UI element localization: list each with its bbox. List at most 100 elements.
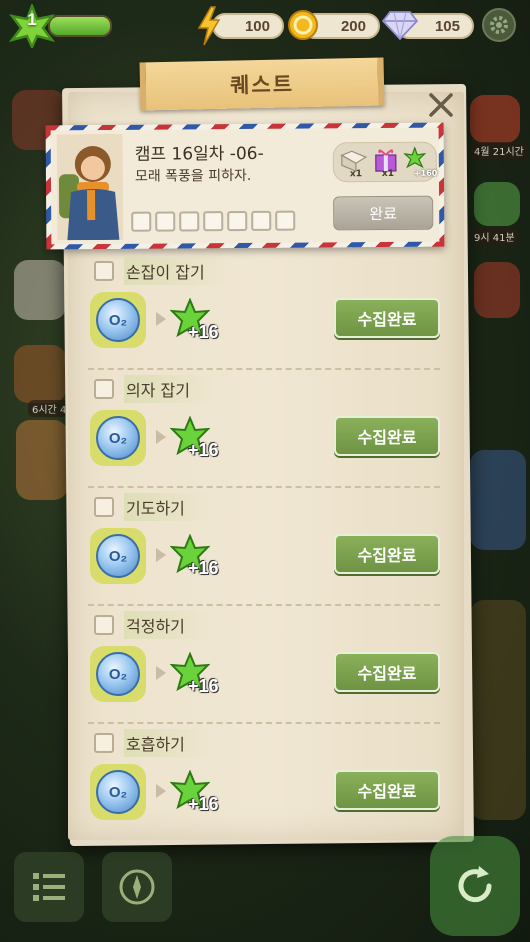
gem-value: 105 [434, 18, 460, 35]
task-row: 의자 잡기 O₂ +16 수집완료 [88, 375, 442, 488]
progress-box [131, 211, 152, 232]
arrow-right-icon [156, 312, 166, 326]
task-input-slot: O₂ [90, 646, 146, 702]
close-button[interactable] [424, 88, 458, 122]
character-portrait [56, 133, 124, 241]
task-checkbox[interactable] [94, 497, 114, 517]
bg-house-right [470, 450, 526, 550]
oxygen-icon: O₂ [96, 534, 140, 578]
task-reward-amount: +16 [188, 322, 219, 342]
task-input-slot: O₂ [90, 292, 146, 348]
quest-description: 모래 폭풍을 피하자. [134, 167, 252, 185]
task-reward-amount: +16 [188, 440, 219, 460]
collect-complete-button[interactable]: 수집완료 [334, 298, 440, 338]
coin-icon [288, 10, 318, 40]
refresh-icon [458, 866, 492, 903]
quest-card-inner: 캠프 16일차 -06- 모래 폭풍을 피하자. x1 x1 +160 완료 [50, 127, 440, 245]
energy-counter[interactable]: 100 [212, 13, 284, 39]
task-divider [88, 368, 440, 370]
task-row: 손잡이 잡기 O₂ +16 수집완료 [88, 257, 442, 370]
reward-star-count: +160 [413, 168, 438, 178]
close-icon [429, 93, 453, 117]
quest-rewards: x1 x1 +160 [332, 141, 438, 183]
compass-icon [119, 869, 155, 905]
task-divider [88, 604, 440, 606]
bg-field-right [470, 600, 526, 820]
quest-progress [131, 210, 296, 232]
task-input-slot: O₂ [90, 764, 146, 820]
task-reward-amount: +16 [188, 676, 219, 696]
xp-bar-fill [50, 17, 110, 35]
task-reward-amount: +16 [188, 794, 219, 814]
settings-button[interactable] [482, 8, 516, 42]
energy-value: 100 [244, 18, 270, 35]
task-header: 걱정하기 [94, 611, 213, 639]
reward-scroll-count: x1 [349, 169, 363, 180]
diamond-icon [382, 11, 418, 41]
lightning-icon [197, 6, 221, 46]
dialog-title: 퀘스트 [229, 72, 295, 98]
star-icon [403, 146, 426, 169]
task-label: 의자 잡기 [124, 375, 218, 403]
top-hud: 1 100 200 105 [0, 0, 530, 52]
arrow-right-icon [156, 784, 166, 798]
quest-card: 캠프 16일차 -06- 모래 폭풍을 피하자. x1 x1 +160 완료 [45, 122, 445, 250]
task-input-slot: O₂ [90, 528, 146, 584]
coin-value: 200 [340, 18, 366, 35]
task-divider [88, 722, 440, 724]
arrow-right-icon [156, 548, 166, 562]
bg-building-left-2 [14, 260, 66, 320]
level-number: 1 [27, 10, 37, 29]
task-header: 호흡하기 [94, 729, 213, 757]
task-label: 호흡하기 [124, 729, 213, 757]
gear-icon [490, 16, 508, 34]
task-checkbox[interactable] [94, 615, 114, 635]
task-header: 기도하기 [94, 493, 213, 521]
dialog-title-banner: 퀘스트 [139, 57, 385, 111]
compass-button[interactable] [102, 852, 172, 922]
quest-complete-button[interactable]: 완료 [333, 195, 434, 231]
collect-complete-button[interactable]: 수집완료 [334, 770, 440, 810]
quest-list-icon [33, 873, 65, 901]
arrow-right-icon [156, 430, 166, 444]
progress-box [203, 211, 224, 232]
task-header: 손잡이 잡기 [94, 257, 233, 285]
oxygen-icon: O₂ [96, 652, 140, 696]
bg-building-right-1 [470, 95, 520, 143]
refresh-button[interactable] [430, 836, 520, 936]
progress-box [155, 211, 176, 232]
task-checkbox[interactable] [94, 379, 114, 399]
oxygen-icon: O₂ [96, 770, 140, 814]
bg-dog [16, 420, 68, 500]
task-row: 걱정하기 O₂ +16 수집완료 [88, 611, 442, 724]
oxygen-icon: O₂ [96, 298, 140, 342]
bg-building-right-2 [474, 182, 520, 226]
bg-timer-right-1: 4월 21시간 [470, 142, 528, 159]
collect-complete-button[interactable]: 수집완료 [334, 652, 440, 692]
task-checkbox[interactable] [94, 733, 114, 753]
task-row: 호흡하기 O₂ +16 수집완료 [88, 729, 442, 842]
task-row: 기도하기 O₂ +16 수집완료 [88, 493, 442, 606]
xp-bar [48, 15, 112, 37]
reward-gift-count: x1 [381, 168, 395, 180]
quest-list-button[interactable] [14, 852, 84, 922]
task-label: 기도하기 [124, 493, 213, 521]
bg-building-left-3 [14, 345, 66, 403]
task-label: 손잡이 잡기 [124, 257, 233, 285]
collect-complete-button[interactable]: 수집완료 [334, 534, 440, 574]
progress-box [275, 210, 296, 231]
oxygen-icon: O₂ [96, 416, 140, 460]
task-header: 의자 잡기 [94, 375, 218, 403]
task-label: 걱정하기 [124, 611, 213, 639]
quest-title: 캠프 16일차 -06- [134, 143, 264, 165]
bg-building-right-3 [474, 262, 520, 318]
bg-timer-right-2: 9시 41분 [470, 228, 519, 245]
task-checkbox[interactable] [94, 261, 114, 281]
task-reward-amount: +16 [188, 558, 219, 578]
task-divider [88, 486, 440, 488]
task-input-slot: O₂ [90, 410, 146, 466]
collect-complete-button[interactable]: 수집완료 [334, 416, 440, 456]
arrow-right-icon [156, 666, 166, 680]
progress-box [227, 210, 248, 232]
progress-box [251, 210, 272, 231]
